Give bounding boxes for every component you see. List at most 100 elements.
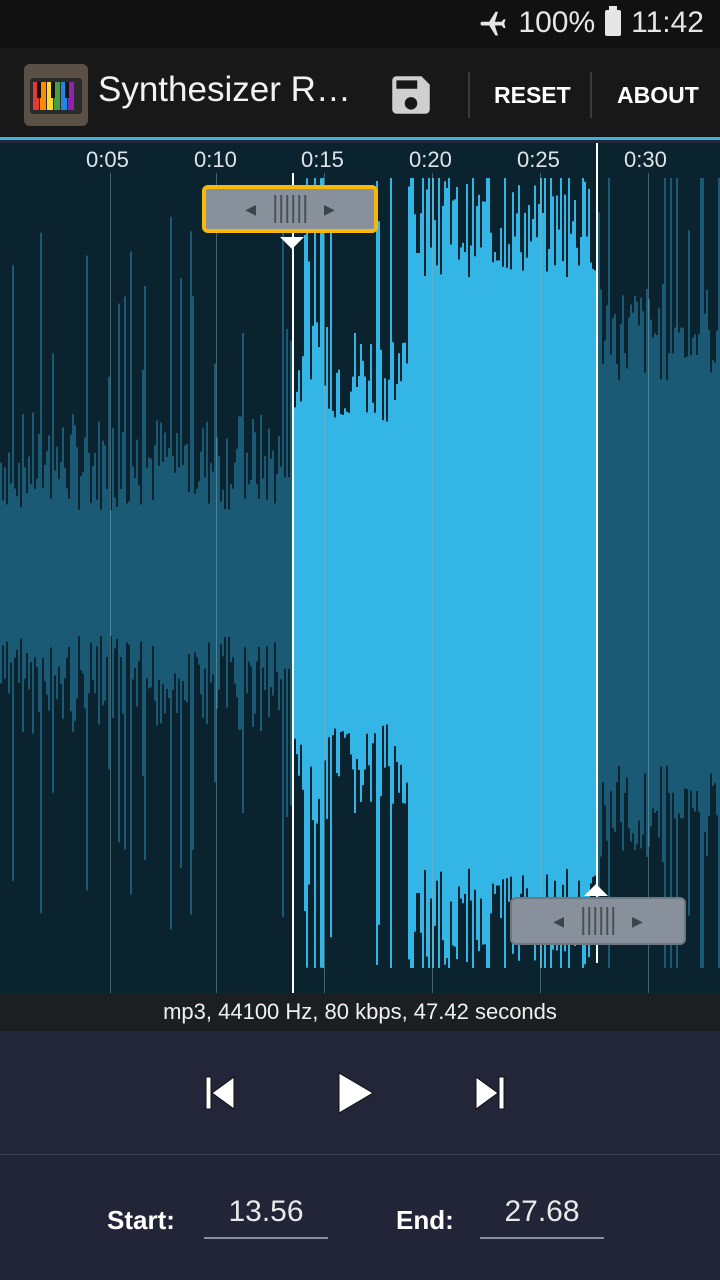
- waveform-bar: [0, 462, 2, 684]
- waveform-bar: [666, 380, 668, 766]
- end-handle[interactable]: ◀ ▶: [510, 897, 686, 945]
- waveform-bar: [38, 434, 40, 712]
- waveform-bar: [694, 334, 696, 812]
- timeline-tick-label: 0:15: [301, 147, 344, 172]
- waveform-bar: [526, 257, 528, 889]
- start-handle[interactable]: ◀ ▶: [202, 185, 378, 233]
- waveform-bar: [632, 312, 634, 834]
- skip-previous-icon[interactable]: [192, 1071, 248, 1115]
- battery-icon: [605, 6, 622, 36]
- waveform-bar: [268, 428, 270, 718]
- waveform-bar: [448, 178, 450, 968]
- waveform-bar: [352, 376, 354, 770]
- waveform-bar: [70, 434, 72, 712]
- waveform-bar: [72, 414, 74, 732]
- waveform-bar: [490, 232, 492, 914]
- waveform-bar: [48, 435, 50, 711]
- waveform-bar: [158, 465, 160, 681]
- start-time-field[interactable]: 13.56: [204, 1195, 328, 1239]
- waveform-bar: [256, 484, 258, 662]
- waveform-bar: [358, 376, 360, 770]
- end-time-field[interactable]: 27.68: [480, 1195, 604, 1239]
- waveform-bar: [400, 381, 402, 765]
- waveform-bar: [346, 411, 348, 735]
- reset-button[interactable]: RESET: [494, 82, 571, 109]
- waveform-bar: [130, 251, 132, 895]
- waveform-bar: [146, 467, 148, 679]
- waveform-bar: [16, 496, 18, 650]
- waveform-bar: [662, 283, 664, 863]
- waveform-bar: [308, 261, 310, 885]
- waveform-bar: [684, 357, 686, 789]
- waveform-bar: [106, 488, 108, 658]
- waveform-bar: [318, 347, 320, 799]
- waveform-bar: [712, 360, 714, 786]
- waveform-bar: [366, 412, 368, 734]
- waveform-bar: [108, 376, 110, 770]
- waveform-bar: [172, 456, 174, 690]
- waveform-bar: [614, 314, 616, 832]
- waveform-bar: [494, 251, 496, 895]
- waveform-bar: [650, 319, 652, 827]
- waveform-bar: [120, 488, 122, 658]
- waveform-bar: [218, 456, 220, 690]
- waveform-bar: [160, 422, 162, 724]
- waveform-bar: [538, 203, 540, 943]
- waveform-bar: [62, 427, 64, 719]
- waveform-bar: [136, 439, 138, 707]
- waveform-bar: [296, 391, 298, 755]
- waveform-bar: [378, 221, 380, 925]
- waveform-bar: [676, 178, 678, 968]
- waveform-bar: [22, 414, 24, 732]
- waveform-bar: [40, 232, 42, 914]
- save-icon[interactable]: [386, 70, 436, 120]
- waveform-bar: [686, 356, 688, 790]
- waveform-bar: [642, 311, 644, 835]
- waveform-bar: [174, 472, 176, 674]
- waveform-bar: [598, 212, 600, 934]
- waveform-view[interactable]: 0:05 0:10 0:15 0:20 0:25 0:30 ◀ ▶ ◀ ▶: [0, 143, 720, 993]
- skip-next-icon[interactable]: [462, 1071, 518, 1115]
- about-button[interactable]: ABOUT: [617, 82, 699, 109]
- end-handle-pointer: [584, 884, 608, 896]
- waveform-bar: [78, 509, 80, 637]
- waveform-bar: [680, 327, 682, 819]
- waveform-bar: [44, 464, 46, 682]
- waveform-bar: [530, 241, 532, 905]
- waveform-bar: [14, 488, 16, 658]
- waveform-bar: [600, 289, 602, 857]
- waveform-bar: [234, 462, 236, 684]
- timeline-gridline: [216, 173, 217, 993]
- waveform-bar: [8, 452, 10, 694]
- waveform-bar: [512, 192, 514, 954]
- start-handle-pointer: [280, 237, 304, 249]
- waveform-bar: [446, 187, 448, 959]
- waveform-bar: [418, 253, 420, 893]
- waveform-bar: [402, 343, 404, 803]
- waveform-bar: [24, 467, 26, 679]
- play-icon[interactable]: [327, 1071, 383, 1115]
- waveform-bar: [314, 178, 316, 968]
- waveform-bar: [452, 200, 454, 946]
- waveform-bar: [274, 503, 276, 643]
- waveform-bar: [542, 212, 544, 934]
- waveform-bar: [138, 485, 140, 661]
- waveform-bar: [704, 313, 706, 833]
- waveform-bar: [156, 420, 158, 726]
- waveform-bar: [522, 270, 524, 876]
- waveform-bar: [112, 428, 114, 718]
- waveform-bar: [528, 205, 530, 941]
- waveform-bar: [134, 478, 136, 668]
- timeline-gridline: [540, 173, 541, 993]
- waveform-bar: [344, 408, 346, 738]
- waveform-bar: [196, 488, 198, 658]
- waveform-bar: [628, 317, 630, 829]
- waveform-bar: [416, 253, 418, 893]
- timeline-gridline: [110, 173, 111, 993]
- waveform-bar: [660, 379, 662, 767]
- waveform-bar: [18, 462, 20, 684]
- waveform-bar: [572, 221, 574, 925]
- waveform-bar: [692, 337, 694, 809]
- waveform-bar: [194, 493, 196, 653]
- waveform-bar: [56, 446, 58, 700]
